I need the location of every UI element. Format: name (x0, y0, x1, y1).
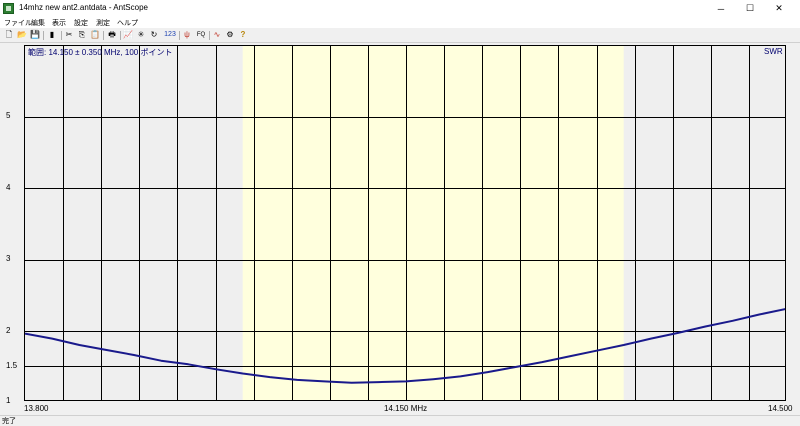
toolbar-separator (43, 31, 44, 40)
menu-settings[interactable]: 設定 (74, 18, 88, 28)
device-icon[interactable]: ▮ (47, 30, 57, 40)
menu-edit[interactable]: 編集 (31, 18, 45, 28)
menu-measure[interactable]: 測定 (96, 18, 110, 28)
open-folder-icon[interactable]: 📂 (17, 30, 27, 40)
antscope-window: 14mhz new ant2.antdata - AntScope ─ ☐ ✕ … (0, 0, 800, 426)
wave-icon[interactable]: ∿ (212, 30, 222, 40)
minimize-button[interactable]: ─ (708, 0, 734, 17)
x-tick-label: 14.150 MHz (384, 404, 428, 413)
x-tick-label: 13.800 (24, 404, 49, 413)
help-icon[interactable]: ? (238, 30, 248, 40)
chart-svg (25, 46, 785, 400)
fq-icon[interactable]: FQ (195, 30, 207, 40)
menu-file[interactable]: ファイル (4, 18, 32, 28)
toolbar-separator (179, 31, 180, 40)
graph-icon[interactable]: 📈 (123, 30, 133, 40)
app-icon (3, 3, 14, 14)
toolbar-separator (103, 31, 104, 40)
toolbar: 🗋 📂 💾 ▮ ✂ ⎘ 📋 🖶 📈 ✳ ↻ 123 ψ FQ ∿ ⚙ ? (0, 29, 800, 43)
calibrate-icon[interactable]: ⚙ (225, 30, 235, 40)
close-button[interactable]: ✕ (766, 0, 792, 17)
range-label: 範囲: 14.150 ± 0.350 MHz, 100 ポイント (28, 48, 173, 57)
refresh-icon[interactable]: ↻ (149, 30, 159, 40)
save-icon[interactable]: 💾 (30, 30, 40, 40)
paste-icon[interactable]: 📋 (90, 30, 100, 40)
maximize-button[interactable]: ☐ (737, 0, 763, 17)
numbers-icon[interactable]: 123 (163, 30, 177, 40)
y-tick-label: 3 (6, 254, 11, 263)
antenna-icon[interactable]: ψ (182, 30, 192, 40)
y-tick-label: 1 (6, 396, 11, 405)
y-tick-label: 5 (6, 111, 11, 120)
title-bar[interactable]: 14mhz new ant2.antdata - AntScope ─ ☐ ✕ (0, 0, 800, 17)
y-tick-label: 4 (6, 183, 11, 192)
print-icon[interactable]: 🖶 (107, 30, 117, 40)
new-file-icon[interactable]: 🗋 (4, 30, 14, 40)
menu-bar: ファイル 編集 表示 設定 測定 ヘルプ (0, 17, 800, 28)
toolbar-separator (209, 31, 210, 40)
toolbar-separator (120, 31, 121, 40)
menu-help[interactable]: ヘルプ (117, 18, 138, 28)
swr-chart[interactable] (24, 45, 786, 401)
band-highlight (242, 46, 624, 400)
swr-axis-label: SWR (764, 47, 783, 56)
copy-icon[interactable]: ⎘ (77, 30, 87, 40)
status-text: 完了 (2, 418, 16, 425)
menu-view[interactable]: 表示 (52, 18, 66, 28)
y-tick-label: 2 (6, 326, 11, 335)
window-title: 14mhz new ant2.antdata - AntScope (19, 3, 148, 12)
x-tick-label: 14.500 (768, 404, 793, 413)
y-tick-label: 1.5 (6, 361, 18, 370)
scan-icon[interactable]: ✳ (136, 30, 146, 40)
status-bar: 完了 (0, 415, 800, 426)
cut-icon[interactable]: ✂ (64, 30, 74, 40)
toolbar-separator (61, 31, 62, 40)
